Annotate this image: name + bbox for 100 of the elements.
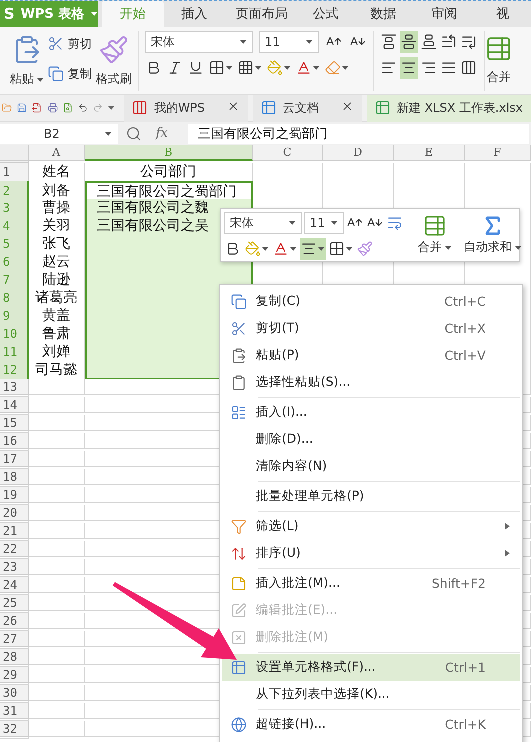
row-header[interactable]: 20	[0, 505, 29, 521]
copy-button[interactable]: 复制	[48, 61, 92, 87]
table-cell	[29, 487, 85, 503]
formula-input[interactable]: 三国有限公司之蜀部门	[188, 124, 529, 144]
caret-icon	[515, 246, 522, 250]
menu-item[interactable]: 排序(U)	[222, 540, 520, 567]
table-icon	[231, 660, 247, 676]
paint-bucket-icon	[245, 241, 261, 257]
ribbon-tab[interactable]: 页面布局	[225, 1, 300, 27]
globe-icon	[231, 716, 247, 732]
menu-item[interactable]: 剪切(T) Ctrl+X	[222, 315, 520, 342]
document-tab[interactable]: 新建 XLSX 工作表.xlsx	[367, 94, 531, 122]
document-tab[interactable]: 我的WPS	[124, 94, 248, 122]
merge-button[interactable]: 合并	[412, 212, 458, 258]
font-select[interactable]: 宋体	[224, 212, 302, 234]
column-header[interactable]: A	[29, 145, 85, 161]
menu-item[interactable]: 选择性粘贴(S)...	[222, 369, 520, 396]
menu-item[interactable]: 清除内容(N)	[222, 453, 520, 480]
row-header[interactable]: 15	[0, 415, 29, 431]
row-header[interactable]: 19	[0, 487, 29, 503]
table-icon	[485, 35, 513, 63]
name-box[interactable]: B2	[0, 124, 118, 144]
menu-item[interactable]: 插入批注(M)... Shift+F2	[222, 570, 520, 597]
function-label[interactable]: fx	[156, 126, 168, 141]
column-header[interactable]: C	[253, 145, 323, 161]
row-header[interactable]: 24	[0, 577, 29, 593]
row-header[interactable]: 26	[0, 613, 29, 629]
font-size-select[interactable]: 11	[259, 31, 319, 53]
format-painter-button[interactable]: 格式刷	[96, 31, 132, 91]
font-select[interactable]: 宋体	[145, 31, 253, 53]
row-header[interactable]: 25	[0, 595, 29, 611]
table-cell	[29, 451, 85, 467]
filter-icon	[231, 518, 247, 534]
caret-icon	[445, 246, 452, 250]
row-header[interactable]: 16	[0, 433, 29, 449]
row-header[interactable]: 23	[0, 559, 29, 575]
scissors-icon	[48, 36, 64, 52]
align-button[interactable]	[300, 238, 326, 260]
column-header[interactable]: D	[323, 145, 394, 161]
menu-item[interactable]: 插入(I)...	[222, 399, 520, 426]
table-cell	[29, 559, 85, 575]
row-header[interactable]: 18	[0, 469, 29, 485]
ribbon-tab[interactable]: 数据	[353, 1, 414, 27]
row-header[interactable]: 28	[0, 649, 29, 665]
cut-button[interactable]: 剪切	[48, 31, 92, 57]
menu-item[interactable]: 从下拉列表中选择(K)...	[222, 681, 520, 708]
align-button[interactable]	[400, 31, 418, 53]
caret-icon	[318, 247, 325, 251]
menu-item[interactable]: 删除(D)...	[222, 426, 520, 453]
indent-icon	[441, 34, 457, 50]
row-header[interactable]: 13	[0, 379, 29, 395]
font-color-icon	[273, 241, 289, 257]
italic-icon	[167, 60, 183, 76]
menu-item[interactable]: 设置单元格格式(F)... Ctrl+1	[222, 654, 520, 681]
note-icon	[231, 576, 247, 592]
clipboard-icon	[231, 374, 247, 390]
menu-item[interactable]: 复制(C) Ctrl+C	[222, 288, 520, 315]
table-cell	[29, 613, 85, 629]
table-cell: 司马懿	[29, 361, 85, 380]
document-icon	[375, 100, 392, 116]
row-header[interactable]: 29	[0, 667, 29, 683]
border-icon	[209, 60, 225, 76]
row-header[interactable]: 31	[0, 703, 29, 719]
menu-item[interactable]: 批量处理单元格(P)	[222, 483, 520, 510]
row-header[interactable]: 17	[0, 451, 29, 467]
column-header[interactable]: F	[465, 145, 531, 161]
brush-icon	[357, 241, 373, 257]
paste-button[interactable]: 粘贴	[10, 31, 44, 91]
ribbon-tab[interactable]: 视	[474, 1, 531, 27]
menu-item[interactable]: 筛选(L)	[222, 513, 520, 540]
ribbon-tab[interactable]: 插入	[164, 1, 226, 27]
row-header[interactable]: 14	[0, 397, 29, 413]
caret-icon	[306, 40, 313, 44]
autosum-button[interactable]: 自动求和	[458, 212, 528, 258]
wrap-text-icon	[387, 215, 403, 231]
table-cell	[29, 505, 85, 521]
row-header[interactable]: 1	[0, 163, 29, 182]
row-header[interactable]: 22	[0, 541, 29, 557]
caret-icon	[290, 247, 297, 251]
row-header[interactable]: 30	[0, 685, 29, 701]
table-cell: 曹操	[29, 199, 85, 218]
merge-button[interactable]: 合并	[485, 31, 513, 94]
ribbon-tab[interactable]: 公式	[299, 1, 354, 27]
clipboard-icon	[231, 348, 247, 364]
row-header[interactable]: 27	[0, 631, 29, 647]
align-button[interactable]	[400, 57, 418, 79]
copy-icon	[48, 66, 64, 82]
row-header[interactable]: 21	[0, 523, 29, 539]
row-header[interactable]: 32	[0, 721, 29, 737]
font-size-select[interactable]: 11	[304, 212, 344, 234]
submenu-arrow-icon	[504, 550, 510, 557]
menu-item[interactable]: 超链接(H)... Ctrl+K	[222, 711, 520, 738]
table-cell: 张飞	[29, 235, 85, 254]
grid-icon	[238, 60, 254, 76]
column-header[interactable]: E	[394, 145, 465, 161]
document-tab[interactable]: 云文档	[253, 94, 362, 122]
menu-item[interactable]: 粘贴(P) Ctrl+V	[222, 342, 520, 369]
ribbon-tab[interactable]: 审阅	[414, 1, 475, 27]
align-icon	[421, 34, 437, 50]
table-cell	[29, 415, 85, 431]
